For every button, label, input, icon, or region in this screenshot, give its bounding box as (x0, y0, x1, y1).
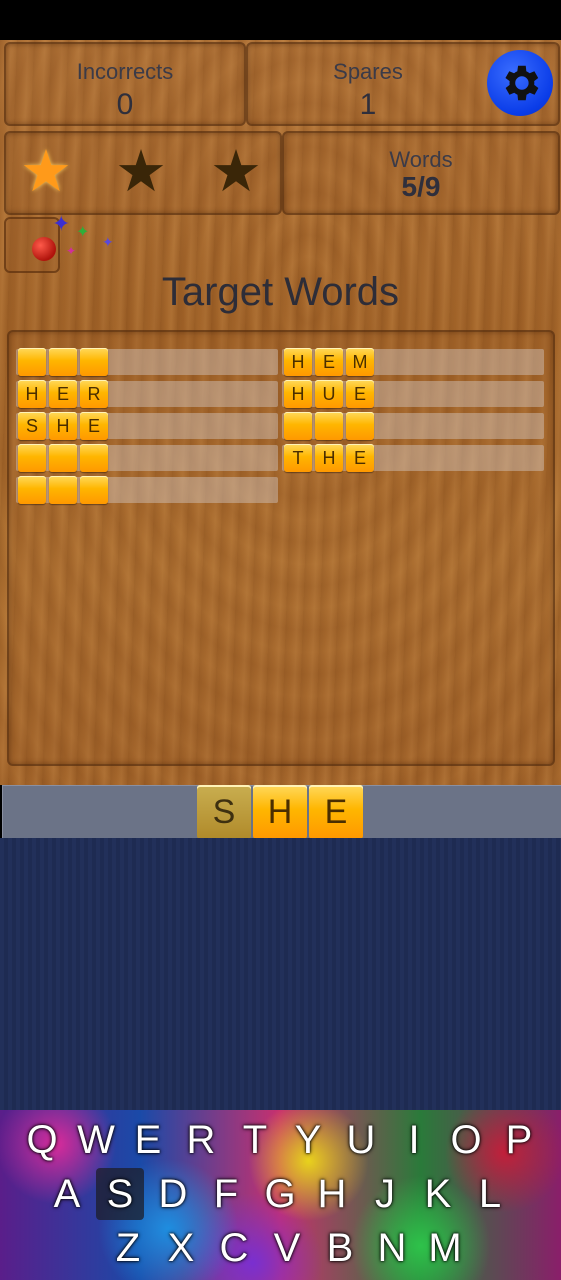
bomb-icon (32, 237, 56, 261)
key-k[interactable]: K (414, 1168, 462, 1220)
star-icon-3: ★ (210, 139, 262, 204)
key-a[interactable]: A (43, 1168, 91, 1220)
key-n[interactable]: N (368, 1222, 416, 1274)
letter-tile: M (346, 348, 374, 376)
letter-tile: H (284, 348, 312, 376)
letter-tile: E (346, 380, 374, 408)
letter-tile (18, 348, 46, 376)
current-letter-tile[interactable]: E (309, 785, 363, 839)
letter-tile: E (80, 412, 108, 440)
letter-tile (18, 476, 46, 504)
current-letter-tile[interactable]: H (253, 785, 307, 839)
letter-tile: T (284, 444, 312, 472)
key-m[interactable]: M (421, 1222, 469, 1274)
powerup-button[interactable]: ✦ ✦ ✦ ✦ (4, 211, 134, 275)
letter-tile: R (80, 380, 108, 408)
letter-tile: E (315, 348, 343, 376)
letter-tile: H (315, 444, 343, 472)
key-j[interactable]: J (361, 1168, 409, 1220)
letter-tile (315, 412, 343, 440)
letter-tile: H (284, 380, 312, 408)
incorrects-label: Incorrects (76, 59, 174, 84)
key-f[interactable]: F (202, 1168, 250, 1220)
key-e[interactable]: E (124, 1114, 172, 1166)
key-t[interactable]: T (231, 1114, 279, 1166)
letter-tile (284, 412, 312, 440)
letter-tile: U (315, 380, 343, 408)
letter-tile (80, 444, 108, 472)
letter-tile: H (49, 412, 77, 440)
words-panel: Words 5/9 (282, 131, 560, 215)
key-h[interactable]: H (308, 1168, 356, 1220)
current-letter-tile[interactable]: S (197, 785, 251, 839)
sparkle-icon: ✦ (76, 224, 90, 241)
incorrects-value: 0 (116, 88, 134, 121)
key-o[interactable]: O (442, 1114, 490, 1166)
letter-tile (80, 476, 108, 504)
key-r[interactable]: R (177, 1114, 225, 1166)
letter-tile: E (346, 444, 374, 472)
gear-icon (505, 65, 539, 101)
letter-bank-area (0, 838, 561, 1112)
words-label: Words (389, 147, 453, 172)
letter-tile (49, 348, 77, 376)
spares-value: 1 (359, 88, 377, 121)
letter-tile: S (18, 412, 46, 440)
star-icon-1: ★ (20, 139, 72, 204)
keyboard: Q W E R T Y U I O P A S D F G H J K L Z … (0, 1110, 561, 1280)
key-w[interactable]: W (72, 1114, 120, 1166)
letter-tile (80, 348, 108, 376)
stars-panel: ★ ★ ★ (4, 131, 282, 215)
letter-tile (49, 476, 77, 504)
key-g[interactable]: G (256, 1168, 304, 1220)
key-y[interactable]: Y (284, 1114, 332, 1166)
key-v[interactable]: V (263, 1222, 311, 1274)
target-words-panel: H E R S H E H E M H U E T H E (7, 330, 555, 766)
key-s[interactable]: S (96, 1168, 144, 1220)
key-z[interactable]: Z (104, 1222, 152, 1274)
status-bar (0, 0, 561, 40)
key-u[interactable]: U (337, 1114, 385, 1166)
incorrects-panel: Incorrects 0 (4, 42, 246, 126)
sparkle-icon: ✦ (66, 244, 77, 258)
page-title: Target Words (161, 270, 400, 314)
sparkle-icon: ✦ (102, 234, 114, 250)
settings-button[interactable] (487, 50, 553, 116)
key-l[interactable]: L (466, 1168, 514, 1220)
letter-tile (18, 444, 46, 472)
key-i[interactable]: I (390, 1114, 438, 1166)
key-c[interactable]: C (210, 1222, 258, 1274)
letter-tile (346, 412, 374, 440)
letter-tile: E (49, 380, 77, 408)
star-icon-2: ★ (115, 139, 167, 204)
key-q[interactable]: Q (18, 1114, 66, 1166)
letter-tile: H (18, 380, 46, 408)
spares-label: Spares (333, 59, 403, 84)
sparkle-icon: ✦ (52, 211, 71, 236)
letter-tile (49, 444, 77, 472)
key-d[interactable]: D (149, 1168, 197, 1220)
key-p[interactable]: P (495, 1114, 543, 1166)
key-b[interactable]: B (316, 1222, 364, 1274)
key-x[interactable]: X (157, 1222, 205, 1274)
words-value: 5/9 (401, 171, 441, 202)
